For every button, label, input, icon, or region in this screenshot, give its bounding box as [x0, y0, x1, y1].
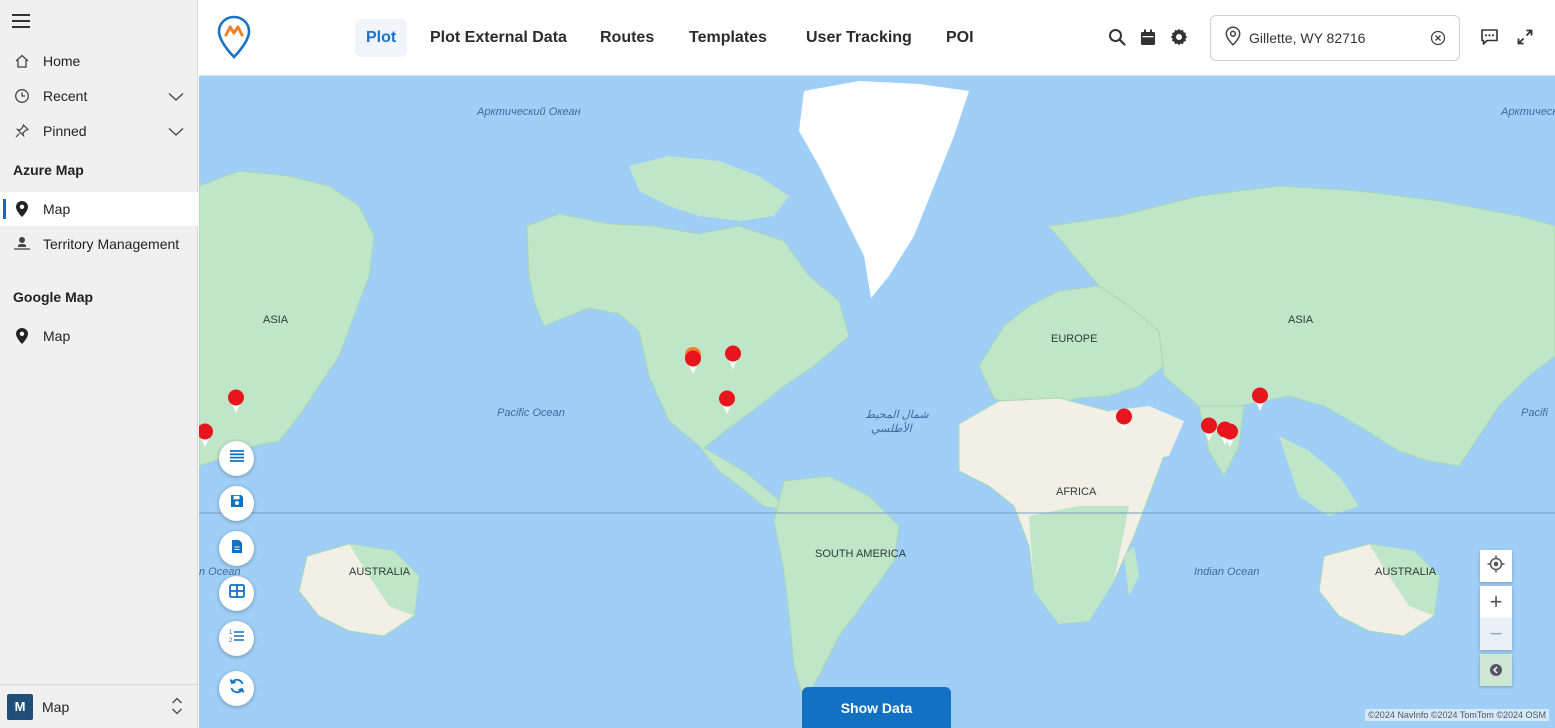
location-pin-icon	[1225, 25, 1241, 51]
continent-label-south-america: SOUTH AMERICA	[815, 548, 907, 560]
sidebar-item-azure-map[interactable]: Map	[0, 192, 198, 226]
tab-templates[interactable]: Templates	[678, 19, 778, 57]
tab-routes[interactable]: Routes	[589, 19, 665, 57]
location-input[interactable]	[1249, 30, 1409, 46]
ocean-label-atlantic-1: شمال المحيط	[865, 409, 929, 421]
map-marker-icon	[12, 328, 32, 344]
continent-label-africa: AFRICA	[1056, 486, 1097, 498]
top-bar: Plot Plot External Data Routes Templates…	[199, 0, 1555, 76]
sidebar-item-territory-management[interactable]: Territory Management	[0, 227, 198, 261]
calendar-icon[interactable]	[1138, 27, 1158, 47]
crosshair-icon	[1487, 553, 1505, 579]
document-button[interactable]	[219, 531, 254, 566]
numbered-list-button[interactable]: 12	[219, 621, 254, 656]
clear-circle-icon[interactable]	[1430, 30, 1446, 51]
land-africa-south	[1029, 506, 1129, 624]
map-canvas[interactable]: Арктический Океан Арктический Pacific Oc…	[199, 76, 1555, 728]
app-logo-icon	[217, 15, 251, 64]
numbered-list-icon: 12	[229, 628, 245, 649]
ocean-label-pacific: Pacific Ocean	[497, 407, 565, 419]
territory-icon	[12, 236, 32, 252]
area-switcher[interactable]: M Map	[0, 684, 198, 728]
list-view-button[interactable]	[219, 441, 254, 476]
world-map	[199, 81, 1555, 703]
zoom-out-button[interactable]: −	[1480, 618, 1512, 650]
chevron-down-icon[interactable]	[168, 124, 184, 140]
map-style-button[interactable]	[1480, 654, 1512, 686]
continent-label-europe: EUROPE	[1051, 333, 1098, 345]
sidebar-item-label: Home	[43, 53, 81, 69]
expand-icon[interactable]	[1515, 27, 1535, 47]
ocean-label-indian: Indian Ocean	[1194, 566, 1260, 578]
tab-plot-external-data[interactable]: Plot External Data	[419, 19, 578, 57]
ocean-label-pacific-right: Pacifi	[1521, 407, 1548, 419]
svg-text:2: 2	[229, 638, 233, 644]
map-marker-red[interactable]	[723, 344, 743, 370]
land-greenland	[799, 81, 969, 298]
list-icon	[229, 449, 245, 468]
chevron-left-icon	[1489, 657, 1503, 683]
location-search-box[interactable]	[1210, 15, 1460, 61]
continent-label-australia-right: AUSTRALIA	[1375, 566, 1437, 578]
land-se-asia	[1279, 436, 1359, 516]
sidebar-item-label: Map	[43, 201, 71, 217]
save-icon	[230, 494, 244, 513]
sidebar-item-recent[interactable]: Recent	[0, 79, 198, 113]
my-location-button[interactable]	[1480, 550, 1512, 582]
continent-label-asia-left: ASIA	[263, 314, 289, 326]
sidebar-item-home[interactable]: Home	[0, 44, 198, 78]
sidebar-item-label: Territory Management	[43, 236, 180, 252]
ocean-label-arctic-right: Арктический	[1501, 106, 1555, 118]
chat-icon[interactable]	[1479, 27, 1499, 47]
sidebar-item-label: Recent	[43, 88, 88, 104]
home-icon	[12, 53, 32, 69]
clock-icon	[12, 88, 32, 104]
map-marker-red[interactable]	[199, 422, 215, 448]
refresh-icon	[229, 678, 245, 699]
group-title-google-map: Google Map	[13, 289, 94, 305]
continent-label-australia-left: AUSTRALIA	[349, 566, 411, 578]
map-marker-red[interactable]	[717, 389, 737, 415]
map-marker-red[interactable]	[1114, 407, 1134, 433]
map-attribution: ©2024 NavInfo ©2024 TomTom ©2024 OSM	[1365, 709, 1549, 721]
group-title-azure-map: Azure Map	[13, 162, 84, 178]
refresh-button[interactable]	[219, 671, 254, 706]
sidebar-item-google-map[interactable]: Map	[0, 319, 198, 353]
pin-icon	[12, 123, 32, 139]
tab-plot[interactable]: Plot	[355, 19, 408, 57]
tab-poi[interactable]: POI	[935, 19, 985, 57]
save-button[interactable]	[219, 486, 254, 521]
gear-icon[interactable]	[1169, 27, 1189, 47]
chevron-down-icon[interactable]	[168, 89, 184, 105]
map-marker-red[interactable]	[683, 349, 703, 375]
grid-button[interactable]	[219, 576, 254, 611]
map-marker-red[interactable]	[226, 388, 246, 414]
map-marker-red[interactable]	[1250, 386, 1270, 412]
area-name: Map	[42, 698, 70, 715]
sidebar-item-label: Pinned	[43, 123, 87, 139]
map-marker-red[interactable]	[1220, 422, 1240, 448]
land-south-america	[773, 475, 900, 703]
document-icon	[231, 539, 243, 559]
ocean-label-arctic: Арктический Океан	[477, 106, 581, 118]
sidebar-item-label: Map	[43, 328, 71, 344]
area-badge: M	[7, 693, 33, 720]
search-icon[interactable]	[1107, 27, 1127, 47]
continent-label-asia-right: ASIA	[1288, 314, 1314, 326]
sidebar-item-pinned[interactable]: Pinned	[0, 114, 198, 148]
sidebar: Home Recent Pinned Azure Map Map Territo…	[0, 0, 198, 728]
tab-user-tracking[interactable]: User Tracking	[795, 19, 923, 57]
hamburger-menu-icon[interactable]	[12, 14, 30, 28]
ocean-label-atlantic-2: الأطلسي	[871, 423, 912, 435]
zoom-in-button[interactable]: +	[1480, 586, 1512, 618]
svg-text:1: 1	[229, 630, 233, 636]
table-icon	[228, 584, 245, 603]
map-marker-icon	[12, 201, 32, 217]
chevron-up-down-icon[interactable]	[171, 697, 183, 720]
land-arctic-islands	[629, 156, 789, 221]
show-data-button[interactable]: Show Data	[802, 687, 951, 728]
